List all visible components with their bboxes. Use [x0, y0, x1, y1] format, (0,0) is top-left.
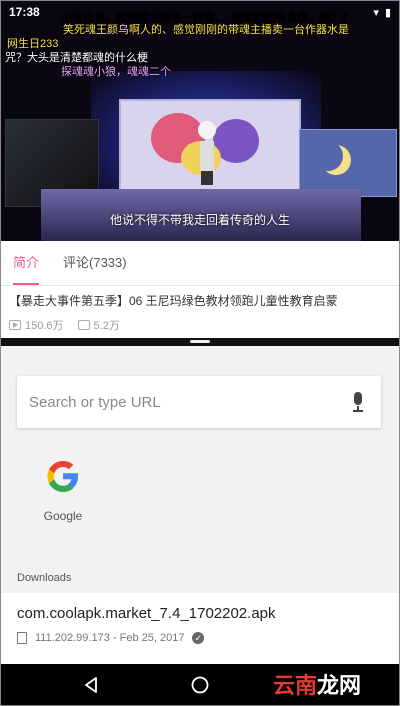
watermark-part1: 云南 [272, 673, 317, 698]
play-count: 150.6万 [9, 317, 64, 333]
danmaku-count: 5.2万 [77, 317, 120, 333]
tab-intro[interactable]: 简介 [1, 241, 51, 285]
moon-decoration [313, 141, 343, 171]
shortcut-label: Google [43, 509, 83, 523]
search-placeholder: Search or type URL [29, 393, 161, 411]
performer [197, 121, 217, 185]
stage-right-screen [299, 129, 397, 197]
screen: 17:38 ▾ ▮ 小号白鸟，和姐姐之前不一样诶、、跟早期的有点像。换？？ 笑死… [0, 0, 400, 706]
download-filename: com.coolapk.market_7.4_1702202.apk [17, 605, 276, 622]
shortcut-google[interactable]: Google [33, 456, 93, 523]
completed-check-icon: ✓ [192, 632, 205, 644]
video-title: 【暴走大事件第五季】06 王尼玛绿色教材领跑儿童性教育启蒙 [9, 294, 338, 308]
watermark: 云南 龙网 [273, 668, 361, 700]
status-icons: ▾ ▮ [373, 6, 391, 19]
back-icon[interactable] [81, 675, 101, 695]
video-info: 【暴走大事件第五季】06 王尼玛绿色教材领跑儿童性教育启蒙 150.6万 5.2… [1, 286, 399, 338]
danmaku-comment: 笑死魂王颜乌啊人的、感觉刚刚的带魂主播卖一台作器水是 [63, 24, 349, 36]
status-time: 17:38 [9, 5, 40, 19]
battery-icon: ▮ [384, 6, 391, 19]
video-player[interactable]: 17:38 ▾ ▮ 小号白鸟，和姐姐之前不一样诶、、跟早期的有点像。换？？ 笑死… [1, 1, 399, 241]
home-icon[interactable] [190, 675, 210, 695]
tab-comments[interactable]: 评论(7333) [51, 241, 139, 285]
video-stats: 150.6万 5.2万 [9, 317, 391, 333]
download-meta: 111.202.99.173 - Feb 25, 2017 ✓ [17, 632, 383, 644]
tab-bar: 简介 评论(7333) [1, 241, 399, 286]
search-input[interactable]: Search or type URL [17, 376, 381, 428]
downloads-header: Downloads [17, 572, 72, 584]
file-icon [17, 632, 27, 644]
watermark-part2: 龙网 [316, 673, 361, 698]
danmaku-icon [77, 320, 90, 330]
divider-handle[interactable] [190, 340, 210, 343]
download-item[interactable]: com.coolapk.market_7.4_1702202.apk 111.2… [1, 593, 399, 664]
play-icon [9, 320, 21, 330]
microphone-icon[interactable] [347, 391, 369, 413]
browser-new-tab: Search or type URL Google Downloads com.… [1, 346, 399, 664]
google-icon [47, 461, 78, 492]
play-count-value: 150.6万 [25, 320, 64, 332]
danmaku-count-value: 5.2万 [93, 320, 120, 332]
download-source: 111.202.99.173 - Feb 25, 2017 [35, 632, 185, 644]
danmaku-comment: 探魂魂小狼，魂魂二个 [61, 66, 171, 78]
wifi-icon: ▾ [373, 6, 379, 19]
video-subtitle: 他说不得不带我走回着传奇的人生 [109, 213, 290, 227]
